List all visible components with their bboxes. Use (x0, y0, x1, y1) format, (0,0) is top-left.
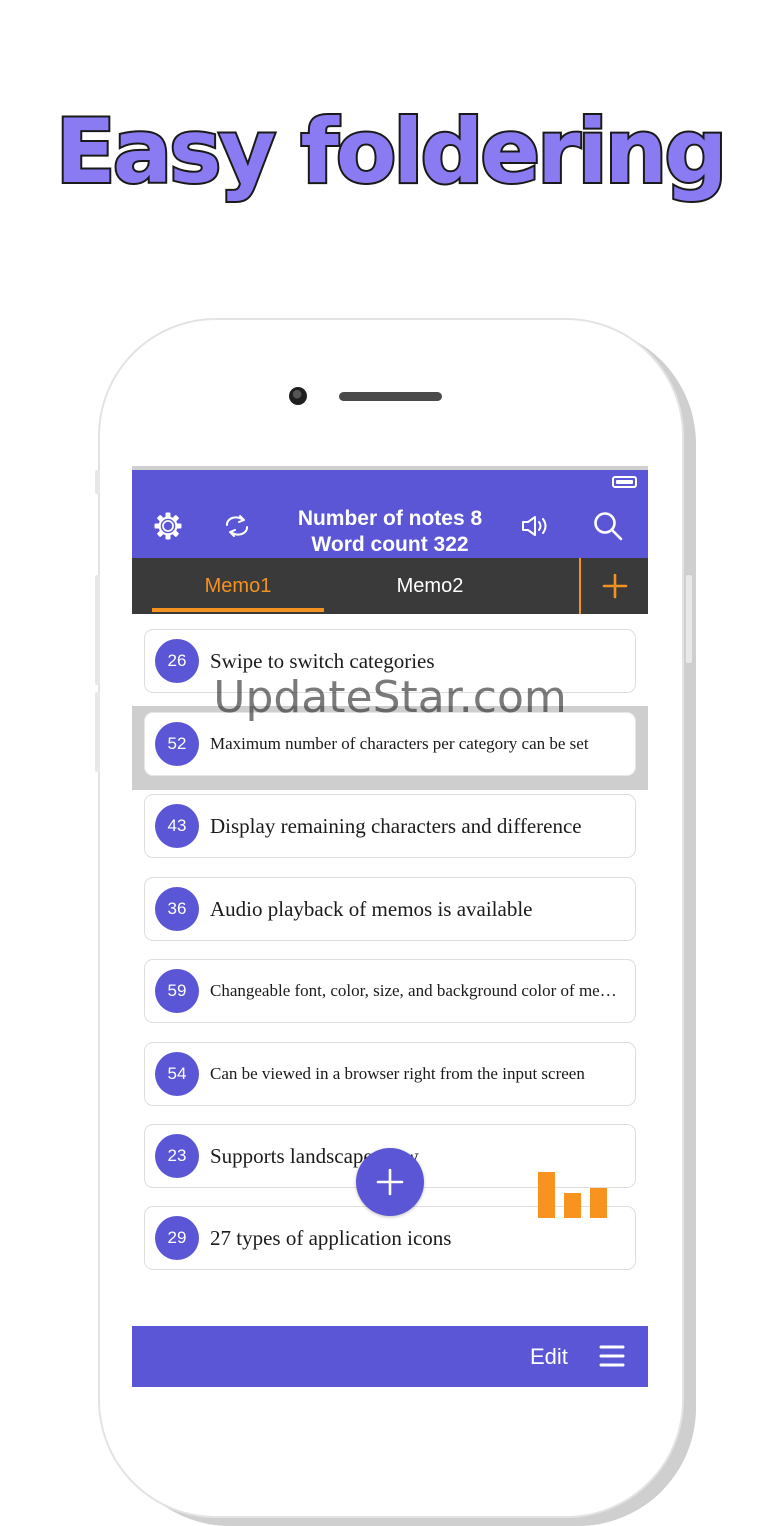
menu-icon[interactable] (598, 1342, 626, 1370)
word-count-label: Word count 322 (311, 533, 469, 556)
list-item[interactable]: 59 Changeable font, color, size, and bac… (144, 959, 636, 1023)
note-title: Display remaining characters and differe… (210, 813, 582, 838)
tab-memo1[interactable]: Memo1 (152, 558, 324, 614)
edit-button[interactable]: Edit (530, 1344, 568, 1370)
note-title: Changeable font, color, size, and backgr… (210, 981, 623, 1000)
bottom-toolbar: Edit (132, 1326, 648, 1387)
speaker-icon[interactable] (519, 509, 553, 543)
char-count-badge: 52 (155, 722, 199, 766)
note-title: Swipe to switch categories (210, 648, 435, 673)
stats-bar (590, 1188, 607, 1218)
active-tab-indicator (152, 608, 324, 612)
phone-side-button-left-2 (95, 575, 100, 685)
battery-icon (612, 476, 637, 488)
headline: Easy foldering (54, 100, 730, 203)
tab-memo2[interactable]: Memo2 (344, 558, 516, 614)
note-title: Maximum number of characters per categor… (210, 734, 589, 753)
stats-bar (564, 1193, 581, 1218)
note-title: Audio playback of memos is available (210, 896, 533, 921)
tab-bar: Memo1 Memo2 (132, 558, 648, 614)
search-icon[interactable] (591, 509, 625, 543)
plus-icon (376, 1168, 404, 1196)
add-note-button[interactable] (356, 1148, 424, 1216)
plus-icon (602, 573, 628, 599)
add-category-button[interactable] (582, 558, 648, 614)
char-count-badge: 54 (155, 1052, 199, 1096)
list-item[interactable]: 43 Display remaining characters and diff… (144, 794, 636, 858)
list-item[interactable]: 36 Audio playback of memos is available (144, 877, 636, 941)
app-screen: Number of notes 8 Word count 322 Memo1 M… (132, 466, 648, 1387)
char-count-badge: 36 (155, 887, 199, 931)
note-title: 27 types of application icons (210, 1225, 452, 1250)
char-count-badge: 29 (155, 1216, 199, 1260)
list-item[interactable]: 54 Can be viewed in a browser right from… (144, 1042, 636, 1106)
sync-icon[interactable] (220, 509, 254, 543)
note-count-label: Number of notes 8 (297, 507, 483, 530)
stats-bars-icon[interactable] (538, 1170, 608, 1218)
header-bar: Number of notes 8 Word count 322 (132, 466, 648, 558)
gear-icon[interactable] (151, 509, 185, 543)
front-camera (289, 387, 307, 405)
watermark: UpdateStar.com (213, 672, 567, 723)
tab-divider (579, 558, 581, 614)
stats-bar (538, 1172, 555, 1218)
note-title: Can be viewed in a browser right from th… (210, 1064, 585, 1083)
char-count-badge: 23 (155, 1134, 199, 1178)
phone-side-button-right (686, 575, 692, 663)
earpiece-speaker (339, 392, 442, 401)
char-count-badge: 59 (155, 969, 199, 1013)
header-title: Number of notes 8 Word count 322 (262, 506, 518, 558)
phone-side-button-left-1 (95, 470, 100, 494)
char-count-badge: 43 (155, 804, 199, 848)
